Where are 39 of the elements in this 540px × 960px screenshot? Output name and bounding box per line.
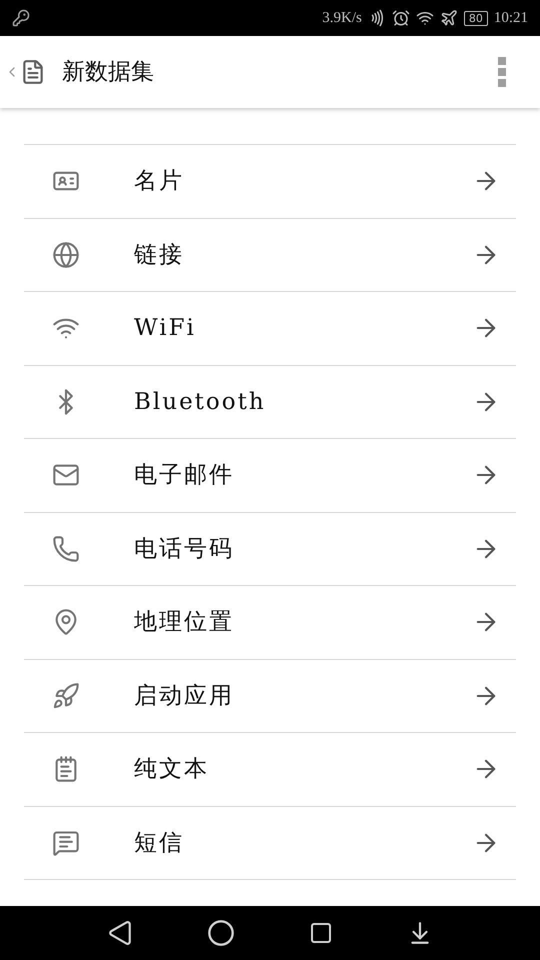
phone-icon xyxy=(52,534,80,563)
item-label: 电子邮件 xyxy=(134,461,234,490)
item-label: 名片 xyxy=(134,167,184,196)
back-icon xyxy=(107,920,133,946)
item-label: 启动应用 xyxy=(134,682,234,710)
back-nav-button[interactable] xyxy=(107,920,133,946)
list-item[interactable]: 电话号码 xyxy=(24,512,516,586)
airplane-icon xyxy=(440,9,458,27)
clock: 10:21 xyxy=(494,8,528,28)
wifi-icon xyxy=(416,9,434,27)
item-label: WiFi xyxy=(134,314,196,343)
list-item[interactable]: 短信 xyxy=(24,806,516,880)
list-item[interactable]: 纯文本 xyxy=(24,733,516,806)
item-label: 纯文本 xyxy=(134,755,209,784)
message-icon xyxy=(52,828,80,857)
list-item[interactable]: 地理位置 xyxy=(24,586,516,660)
list-item[interactable]: 启动应用 xyxy=(24,660,516,733)
key-icon xyxy=(12,9,30,27)
menu-icon xyxy=(498,57,506,87)
item-label: 短信 xyxy=(134,828,184,858)
item-label: 电话号码 xyxy=(134,534,234,564)
screen-title: 新数据集 xyxy=(62,58,154,87)
globe-icon xyxy=(52,240,80,269)
rocket-icon xyxy=(52,682,80,710)
list-item[interactable]: 名片 xyxy=(24,145,516,218)
recents-icon xyxy=(309,921,333,945)
item-label: Bluetooth xyxy=(134,388,266,416)
item-label: 地理位置 xyxy=(134,608,234,637)
network-speed: 3.9K/s xyxy=(322,8,362,28)
item-label: 链接 xyxy=(134,240,184,270)
home-nav-button[interactable] xyxy=(207,919,235,947)
list-item[interactable]: WiFi xyxy=(24,292,516,366)
home-icon xyxy=(207,919,235,947)
recents-nav-button[interactable] xyxy=(309,921,333,945)
alarm-icon xyxy=(392,9,410,27)
list-item[interactable]: 电子邮件 xyxy=(24,439,516,512)
battery-icon: 80 xyxy=(464,10,488,26)
list-item[interactable]: 链接 xyxy=(24,218,516,292)
list-item[interactable]: Bluetooth xyxy=(24,366,516,439)
